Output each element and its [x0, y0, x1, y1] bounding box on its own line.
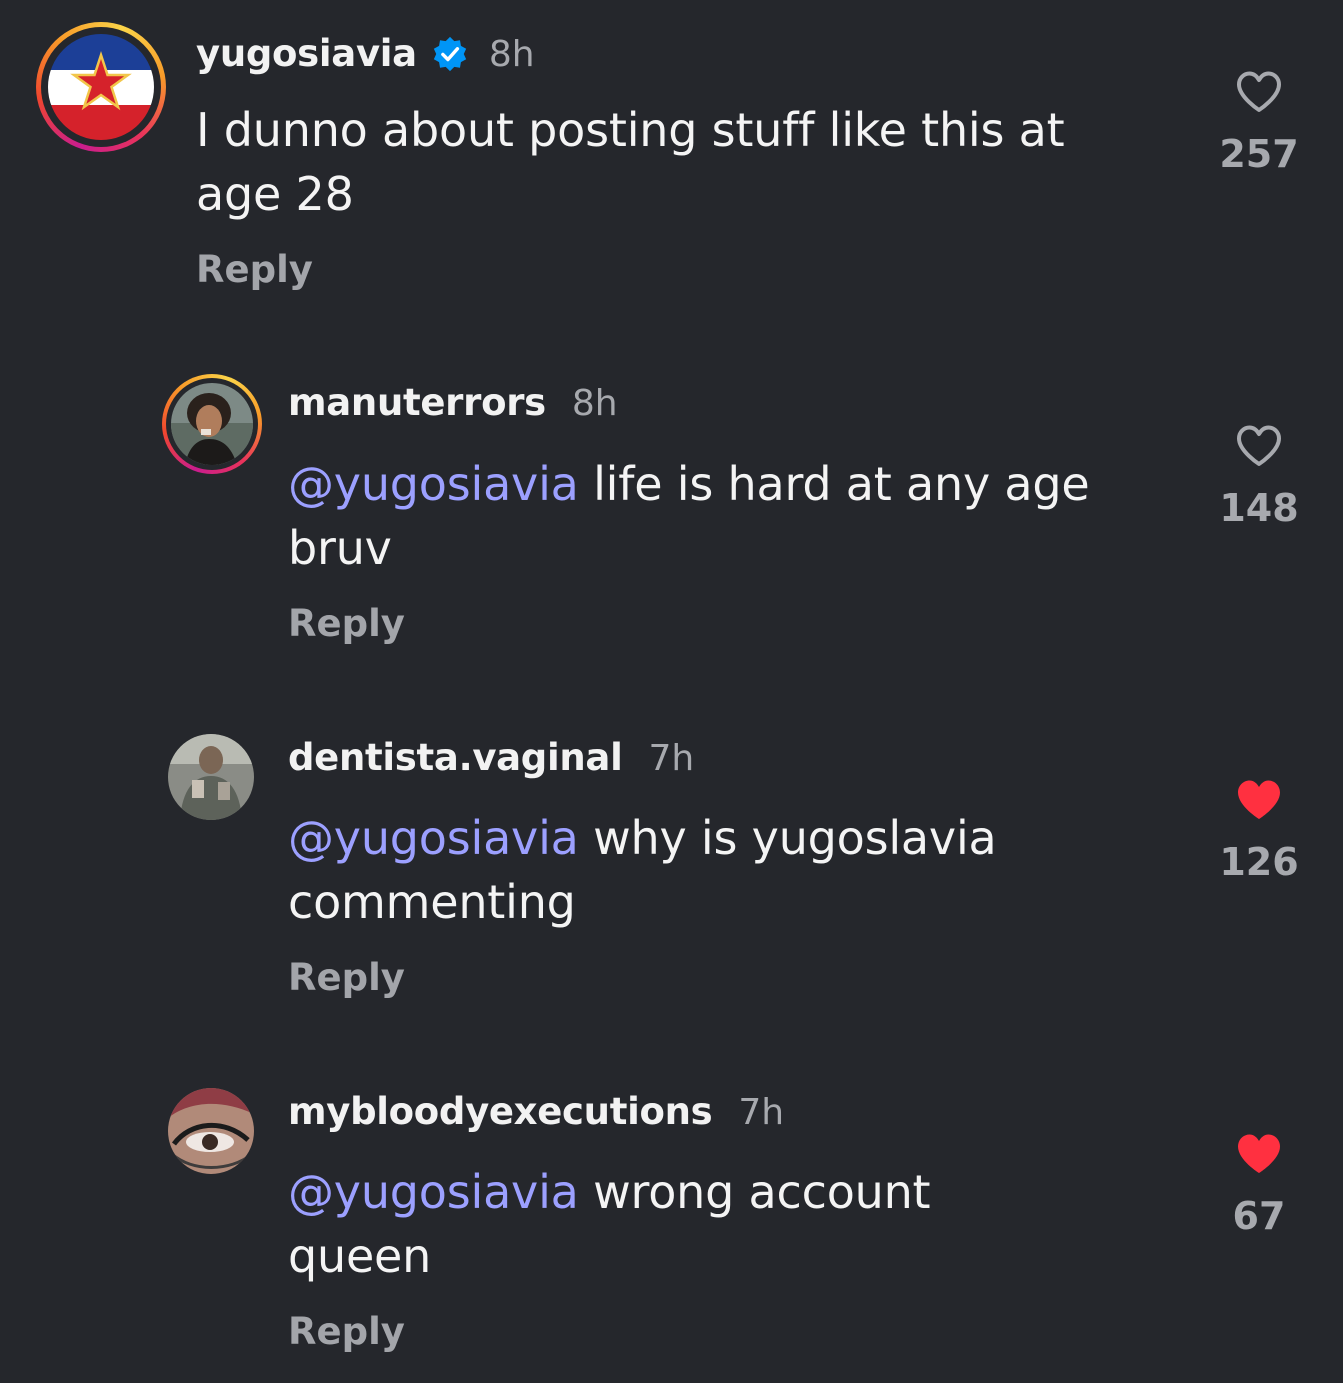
- timestamp: 8h: [488, 34, 535, 75]
- reply-button[interactable]: Reply: [288, 602, 405, 645]
- username[interactable]: mybloodyexecutions: [288, 1090, 713, 1133]
- person-photo-icon: [171, 383, 253, 465]
- reply-button[interactable]: Reply: [196, 248, 313, 291]
- avatar[interactable]: [168, 1088, 254, 1174]
- eye-closeup-icon: [168, 1088, 254, 1174]
- story-ring[interactable]: [162, 374, 262, 474]
- avatar[interactable]: [168, 734, 254, 820]
- comment-text: @yugosiavia life is hard at any age bruv: [288, 457, 1090, 575]
- heart-filled-icon[interactable]: [1235, 778, 1283, 822]
- heart-outline-icon[interactable]: [1235, 70, 1283, 114]
- comment-text: @yugosiavia why is yugoslavia commenting: [288, 811, 997, 929]
- heart-filled-icon[interactable]: [1235, 1132, 1283, 1176]
- reply-button[interactable]: Reply: [288, 1310, 405, 1353]
- comment-text: I dunno about posting stuff like this at…: [196, 103, 1065, 221]
- story-ring[interactable]: [36, 22, 166, 152]
- timestamp: 7h: [648, 738, 695, 779]
- like-count: 148: [1219, 486, 1299, 530]
- person-photo-icon: [168, 734, 254, 820]
- verified-badge-icon: [431, 35, 469, 73]
- mention-link[interactable]: @yugosiavia: [288, 1165, 579, 1219]
- username[interactable]: yugosiavia: [196, 32, 417, 75]
- timestamp: 7h: [738, 1092, 785, 1133]
- comment-text: @yugosiavia wrong account queen: [288, 1165, 931, 1283]
- reply-button[interactable]: Reply: [288, 956, 405, 999]
- comment-item: yugosiavia 8h I dunno about posting stuf…: [0, 0, 1343, 320]
- yugoslav-flag-icon: [48, 34, 154, 140]
- avatar[interactable]: [171, 383, 253, 465]
- timestamp: 8h: [571, 383, 618, 424]
- like-count: 257: [1219, 132, 1299, 176]
- username[interactable]: dentista.vaginal: [288, 736, 623, 779]
- like-count: 126: [1219, 840, 1299, 884]
- mention-link[interactable]: @yugosiavia: [288, 811, 579, 865]
- mention-link[interactable]: @yugosiavia: [288, 457, 579, 511]
- like-count: 67: [1232, 1194, 1286, 1238]
- heart-outline-icon[interactable]: [1235, 424, 1283, 468]
- avatar[interactable]: [48, 34, 154, 140]
- username[interactable]: manuterrors: [288, 381, 546, 424]
